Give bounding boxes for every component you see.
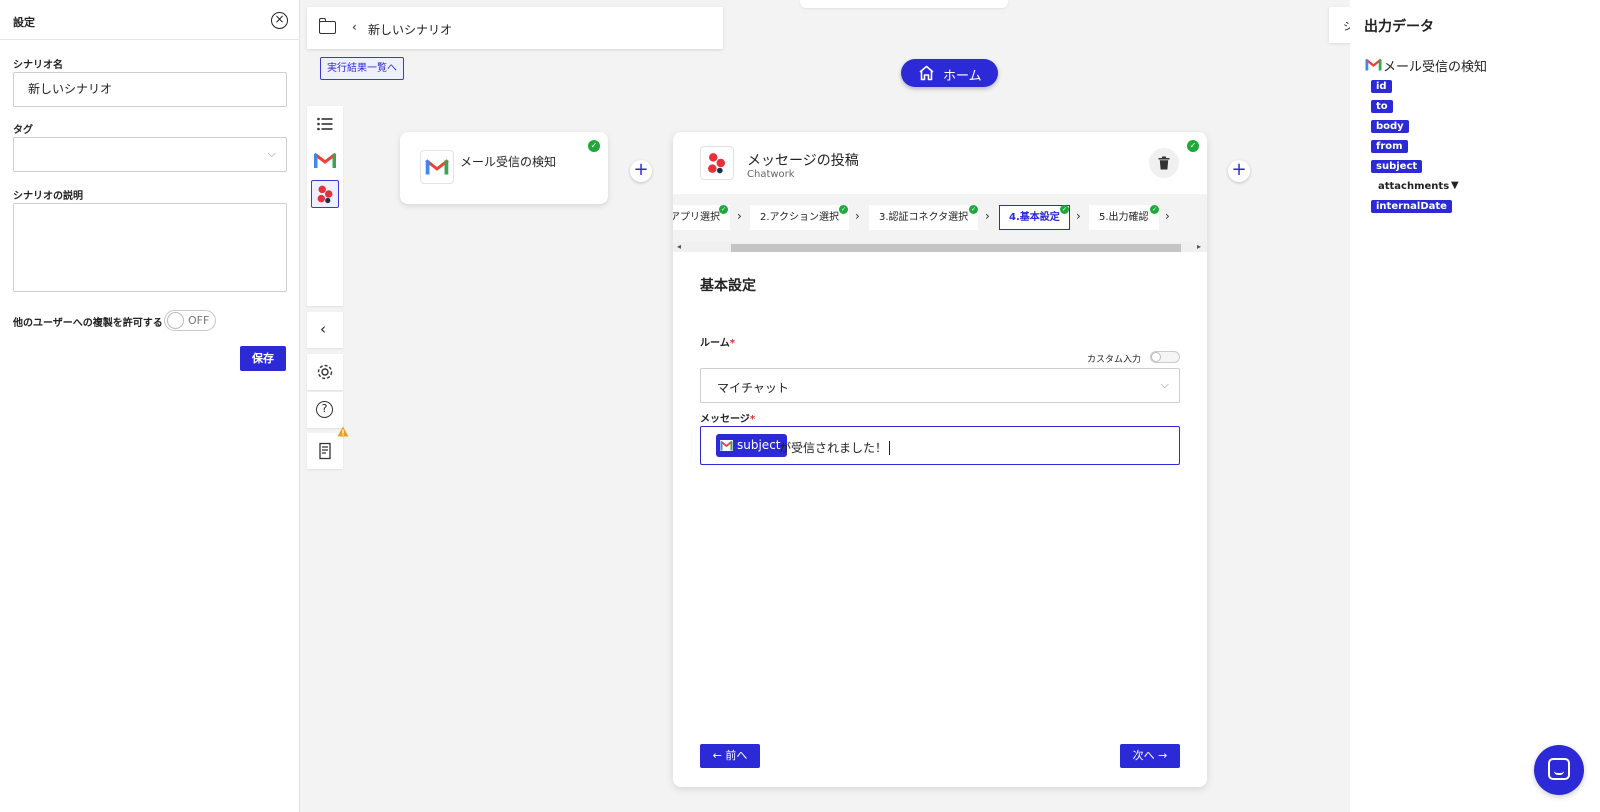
- flow-toolbar: [307, 106, 343, 306]
- tag-select[interactable]: ⌵: [13, 137, 287, 172]
- step-arrow-icon: ›: [1165, 209, 1170, 223]
- delete-step-button[interactable]: [1149, 148, 1179, 178]
- add-step-button[interactable]: +: [630, 160, 652, 182]
- expand-caret-icon[interactable]: ▼: [1451, 180, 1459, 191]
- tag-label: タグ: [13, 125, 33, 136]
- gear-tool[interactable]: [307, 354, 343, 390]
- output-field-id[interactable]: id: [1371, 80, 1392, 93]
- trigger-title: メール受信の検知: [460, 155, 557, 169]
- action-card: メッセージの投稿 Chatwork アプリ選択 ✓ › 2.アクション選択 ✓ …: [673, 132, 1207, 787]
- warning-icon: [337, 426, 349, 437]
- message-input[interactable]: subject が受信されました！​: [700, 426, 1180, 465]
- log-icon: [319, 442, 331, 460]
- success-check-icon: ✓: [1187, 140, 1199, 152]
- gmail-icon: [720, 440, 733, 451]
- chat-icon: [1548, 758, 1570, 780]
- chatwork-step-icon[interactable]: [311, 180, 339, 208]
- room-value: マイチャット: [717, 381, 789, 395]
- step-action-select[interactable]: 2.アクション選択: [750, 205, 850, 230]
- scenario-title: 新しいシナリオ: [368, 23, 453, 37]
- gmail-step-icon[interactable]: [311, 146, 339, 174]
- step-check-icon: ✓: [1060, 205, 1069, 214]
- gmail-logo-icon: [420, 150, 454, 184]
- step-connector-select[interactable]: 3.認証コネクタ選択: [869, 205, 979, 230]
- copy-permission-label: 他のユーザーへの複製を許可する: [13, 318, 163, 329]
- next-button[interactable]: 次へ →: [1120, 744, 1180, 768]
- settings-title: 設定: [13, 16, 35, 29]
- step-arrow-icon: ›: [855, 209, 860, 223]
- trigger-card[interactable]: メール受信の検知 ✓: [400, 132, 608, 204]
- chevron-left-icon: ‹: [320, 320, 326, 338]
- output-source-title: メール受信の検知: [1383, 60, 1488, 75]
- step-check-icon: ✓: [969, 205, 978, 214]
- settings-header: 設定 ×: [0, 0, 300, 40]
- output-field-attachments[interactable]: attachments: [1378, 181, 1449, 192]
- results-list-link[interactable]: 実行結果一覧へ: [320, 57, 404, 80]
- room-label: ルーム*: [700, 338, 735, 349]
- scenario-name-label: シナリオ名: [13, 60, 63, 71]
- scroll-left-icon[interactable]: ◂: [677, 242, 681, 251]
- output-field-internaldate[interactable]: internalDate: [1371, 200, 1452, 213]
- scenario-header: ‹ 新しいシナリオ: [307, 7, 723, 49]
- step-check-icon: ✓: [1150, 205, 1159, 214]
- step-arrow-icon: ›: [985, 209, 990, 223]
- output-data-panel: 出力データ メール受信の検知 id to body from subject a…: [1350, 0, 1600, 812]
- save-button[interactable]: 保存: [240, 346, 286, 371]
- output-field-body[interactable]: body: [1371, 120, 1409, 133]
- action-title: メッセージの投稿: [747, 153, 859, 169]
- toggle-state: OFF: [188, 314, 210, 327]
- output-title: 出力データ: [1364, 19, 1434, 35]
- chevron-down-icon: ⌵: [267, 147, 276, 160]
- description-textarea[interactable]: [13, 203, 287, 292]
- step-arrow-icon: ›: [1076, 209, 1081, 223]
- success-check-icon: ✓: [588, 140, 600, 152]
- section-title: 基本設定: [700, 278, 756, 294]
- message-label: メッセージ*: [700, 414, 756, 425]
- output-field-to[interactable]: to: [1371, 100, 1393, 113]
- scenario-name-input[interactable]: 新しいシナリオ: [13, 72, 287, 107]
- message-text: が受信されました！​: [779, 439, 891, 456]
- right-panel-tab[interactable]: シ: [1329, 7, 1354, 43]
- chevron-down-icon: ⌵: [1160, 378, 1169, 391]
- support-chat-button[interactable]: [1534, 745, 1584, 795]
- settings-panel: 設定 × シナリオ名 新しいシナリオ タグ ⌵ シナリオの説明 他のユーザーへの…: [0, 0, 300, 812]
- collapse-toolbar[interactable]: ‹: [307, 312, 343, 348]
- top-strip: [800, 0, 1008, 8]
- home-label: ホーム: [943, 69, 982, 84]
- help-icon: ?: [316, 401, 333, 418]
- list-icon[interactable]: [317, 117, 333, 131]
- step-arrow-icon: ›: [737, 209, 742, 223]
- action-subtitle: Chatwork: [747, 169, 795, 180]
- gmail-icon: [1365, 58, 1382, 71]
- variable-chip-subject[interactable]: subject: [716, 434, 787, 457]
- variable-chip-label: subject: [737, 438, 781, 452]
- description-label: シナリオの説明: [13, 191, 83, 202]
- home-button[interactable]: ホーム: [901, 59, 998, 87]
- toggle-knob: [167, 312, 184, 329]
- output-field-subject[interactable]: subject: [1371, 160, 1423, 173]
- prev-button[interactable]: ← 前へ: [700, 744, 760, 768]
- scrollbar-thumb[interactable]: [731, 244, 1181, 252]
- scroll-right-icon[interactable]: ▸: [1197, 242, 1201, 251]
- close-icon[interactable]: ×: [271, 12, 288, 29]
- step-check-icon: ✓: [719, 205, 728, 214]
- custom-input-label: カスタム入力: [1087, 355, 1142, 365]
- back-icon[interactable]: ‹: [352, 20, 357, 34]
- room-select[interactable]: マイチャット ⌵: [700, 368, 1180, 403]
- trash-icon: [1158, 156, 1170, 170]
- log-tool[interactable]: [307, 433, 343, 469]
- copy-permission-toggle[interactable]: OFF: [164, 310, 216, 331]
- step-output-check[interactable]: 5.出力確認: [1089, 205, 1159, 230]
- folder-icon[interactable]: [319, 18, 336, 34]
- step-check-icon: ✓: [839, 205, 848, 214]
- output-field-from[interactable]: from: [1371, 140, 1408, 153]
- home-icon: [919, 65, 934, 81]
- gear-icon: [317, 364, 333, 380]
- help-tool[interactable]: ?: [307, 392, 343, 428]
- add-step-button[interactable]: +: [1228, 160, 1250, 182]
- custom-input-toggle[interactable]: [1150, 351, 1180, 363]
- chatwork-logo-icon: [700, 146, 734, 180]
